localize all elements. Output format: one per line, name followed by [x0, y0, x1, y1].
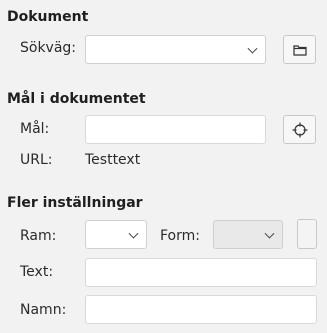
- target-label-text: Mål:: [20, 121, 50, 137]
- path-label-text: Sökväg:: [20, 40, 77, 56]
- path-combobox[interactable]: [85, 35, 266, 64]
- section-title-target: Mål i dokumentet: [7, 91, 146, 107]
- form-combobox[interactable]: [213, 220, 283, 249]
- open-file-button[interactable]: [283, 35, 316, 64]
- target-label: Mål:: [20, 121, 49, 137]
- section-title-document: Dokument: [7, 9, 89, 25]
- form-label: Form:: [160, 228, 200, 244]
- chevron-down-icon: [264, 228, 275, 239]
- url-value: Testtext: [85, 152, 141, 168]
- name-field[interactable]: [85, 295, 317, 324]
- chevron-down-icon: [128, 228, 139, 239]
- form-label-text: Form:: [160, 228, 200, 244]
- text-field[interactable]: [85, 258, 317, 287]
- chevron-down-icon: [247, 43, 258, 54]
- target-button[interactable]: [283, 115, 316, 144]
- text-label-text: Text:: [20, 264, 54, 280]
- name-label-text: Namn:: [20, 302, 67, 318]
- path-label: Sökväg:: [20, 40, 76, 56]
- frame-combobox[interactable]: [85, 220, 147, 249]
- name-label: Namn:: [20, 302, 66, 318]
- folder-icon: [292, 44, 307, 56]
- target-field[interactable]: [85, 115, 266, 144]
- target-crosshair-icon: [292, 122, 307, 137]
- form-options-button[interactable]: [297, 219, 317, 249]
- frame-label-text: Ram:: [20, 228, 57, 244]
- url-label: URL:: [20, 152, 53, 168]
- frame-label: Ram:: [20, 228, 56, 244]
- text-label: Text:: [20, 264, 53, 280]
- section-title-more-settings: Fler inställningar: [7, 195, 143, 211]
